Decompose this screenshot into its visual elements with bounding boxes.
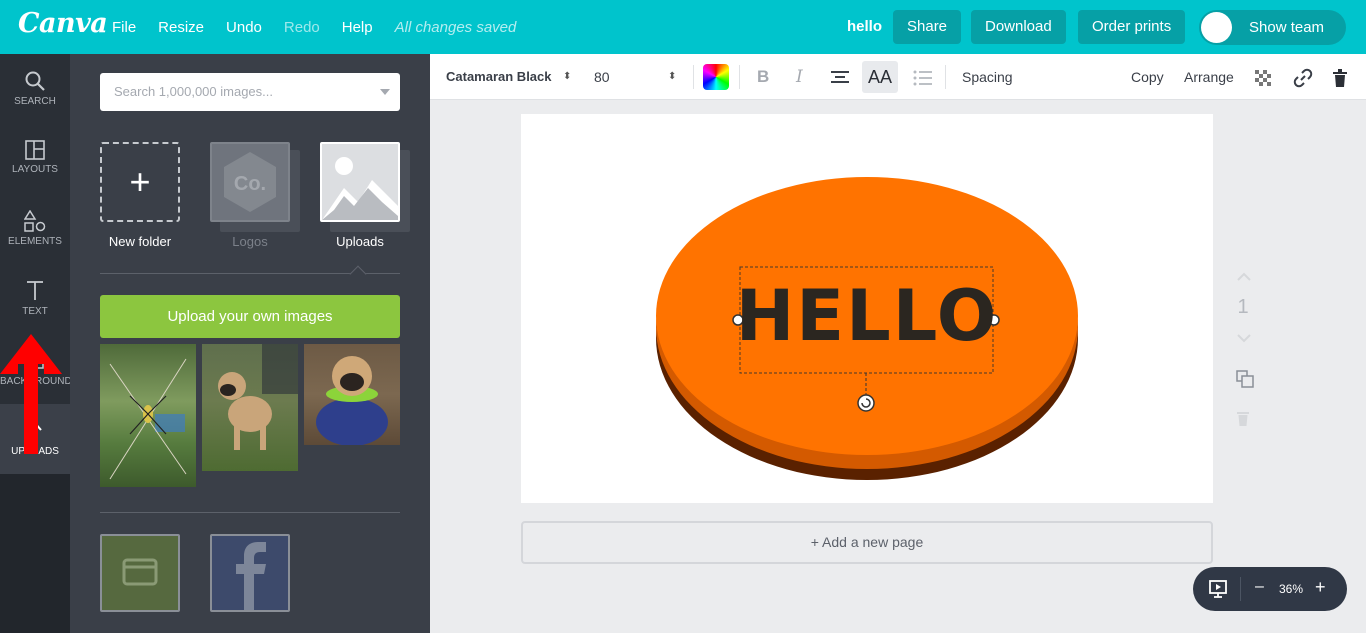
- text-toolbar: Catamaran Black ⬍ 80 ⬍ B I AA Spacing Co…: [430, 54, 1366, 100]
- zoom-level: 36%: [1279, 582, 1304, 596]
- show-team-toggle[interactable]: Show team: [1199, 10, 1346, 45]
- active-folder-indicator: [349, 265, 367, 283]
- arrange-button[interactable]: Arrange: [1184, 54, 1234, 100]
- sidebar-label: TEXT: [22, 306, 48, 317]
- transparency-button[interactable]: [1255, 54, 1271, 100]
- uploads-folder[interactable]: [320, 142, 400, 222]
- list-icon: [913, 70, 932, 86]
- image-thumbnail-spider[interactable]: [100, 344, 196, 487]
- hello-text[interactable]: HELLO: [736, 275, 999, 357]
- uploads-panel: Search 1,000,000 images... + New folder …: [70, 54, 430, 633]
- design-canvas: HELLO: [656, 177, 1078, 480]
- link-button[interactable]: [1293, 54, 1313, 100]
- logos-label: Logos: [232, 234, 268, 249]
- rotate-handle[interactable]: [857, 394, 875, 412]
- toggle-knob: [1201, 12, 1232, 43]
- bold-button[interactable]: B: [757, 54, 769, 100]
- sidebar-label: SEARCH: [14, 96, 56, 107]
- elements-icon: [24, 210, 46, 232]
- sidebar-label: ELEMENTS: [8, 236, 62, 247]
- delete-button[interactable]: [1332, 54, 1348, 100]
- layouts-icon: [25, 140, 45, 160]
- font-select-arrows-icon[interactable]: ⬍: [563, 54, 571, 100]
- image-thumbnail-pug-sweater[interactable]: [304, 344, 400, 445]
- new-folder-label: New folder: [108, 234, 172, 249]
- sidebar-item-layouts[interactable]: LAYOUTS: [0, 124, 70, 194]
- menu-resize[interactable]: Resize: [158, 19, 204, 36]
- plus-icon: +: [129, 161, 151, 202]
- text-icon: [27, 281, 43, 300]
- duplicate-page-icon[interactable]: [1236, 370, 1254, 388]
- move-page-up-icon[interactable]: [1236, 272, 1252, 282]
- show-team-label: Show team: [1249, 19, 1325, 36]
- image-thumbnail-pug[interactable]: [202, 344, 298, 471]
- svg-text:Co.: Co.: [234, 173, 266, 195]
- present-icon[interactable]: [1208, 579, 1228, 599]
- zoom-control: – 36% +: [1193, 567, 1347, 611]
- search-icon: [25, 71, 45, 91]
- menu-redo[interactable]: Redo: [284, 19, 320, 36]
- logos-folder[interactable]: Co.: [210, 142, 290, 222]
- zoom-out-button[interactable]: –: [1255, 578, 1264, 596]
- share-button[interactable]: Share: [893, 10, 962, 44]
- sidebar-footer: [0, 474, 70, 633]
- divider: [693, 65, 694, 89]
- design-page[interactable]: HELLO: [521, 114, 1213, 503]
- purchased-connect[interactable]: [100, 534, 180, 612]
- order-prints-button[interactable]: Order prints: [1078, 10, 1186, 44]
- chevron-down-icon[interactable]: [380, 89, 390, 95]
- main-menu: File Resize Undo Redo Help All changes s…: [112, 0, 538, 54]
- new-folder-button[interactable]: +: [100, 142, 180, 222]
- sidebar-label: LAYOUTS: [12, 164, 58, 175]
- divider: [100, 512, 400, 513]
- document-name[interactable]: hello: [847, 18, 882, 35]
- menu-help[interactable]: Help: [342, 19, 373, 36]
- uploads-label: Uploads: [336, 234, 384, 249]
- pug-photo: [218, 344, 298, 450]
- image-search-input[interactable]: Search 1,000,000 images...: [100, 73, 400, 111]
- top-bar: Canva File Resize Undo Redo Help All cha…: [0, 0, 1366, 54]
- facebook-icon: [236, 542, 266, 610]
- divider: [945, 65, 946, 89]
- text-color-button[interactable]: [703, 64, 729, 90]
- menu-undo[interactable]: Undo: [226, 19, 262, 36]
- image-placeholder-icon: [322, 144, 398, 220]
- copy-button[interactable]: Copy: [1131, 54, 1164, 100]
- spacing-button[interactable]: Spacing: [962, 54, 1013, 100]
- add-page-button[interactable]: + Add a new page: [521, 521, 1213, 564]
- page-number: 1: [1237, 296, 1249, 318]
- canva-logo[interactable]: Canva: [18, 8, 108, 39]
- pug-sweater-photo: [316, 356, 388, 445]
- sidebar-item-text[interactable]: TEXT: [0, 264, 70, 334]
- annotation-arrow: [0, 334, 62, 454]
- uppercase-button[interactable]: AA: [862, 61, 898, 93]
- list-button[interactable]: [913, 54, 933, 100]
- move-page-down-icon[interactable]: [1236, 333, 1252, 343]
- trash-icon: [1333, 69, 1347, 88]
- font-size-input[interactable]: 80: [594, 54, 610, 100]
- delete-page-icon[interactable]: [1236, 410, 1250, 426]
- upload-images-button[interactable]: Upload your own images: [100, 295, 400, 338]
- facebook-connect[interactable]: [210, 534, 290, 612]
- spider-photo: [109, 358, 187, 480]
- search-placeholder: Search 1,000,000 images...: [114, 84, 273, 99]
- font-family-select[interactable]: Catamaran Black: [446, 54, 552, 100]
- sidebar-item-elements[interactable]: ELEMENTS: [0, 194, 70, 264]
- zoom-in-button[interactable]: +: [1315, 577, 1326, 598]
- link-icon: [1293, 69, 1313, 88]
- transparency-icon: [1255, 70, 1271, 87]
- menu-file[interactable]: File: [112, 19, 136, 36]
- sidebar-item-search[interactable]: SEARCH: [0, 54, 70, 124]
- divider: [739, 65, 740, 89]
- download-button[interactable]: Download: [971, 10, 1066, 44]
- logos-hexagon-icon: Co.: [224, 152, 276, 212]
- card-icon: [122, 558, 158, 586]
- align-center-button[interactable]: [830, 54, 850, 100]
- divider: [1240, 577, 1241, 601]
- align-center-icon: [831, 71, 849, 84]
- size-select-arrows-icon[interactable]: ⬍: [668, 54, 676, 100]
- save-status: All changes saved: [394, 18, 517, 36]
- italic-button[interactable]: I: [796, 54, 803, 100]
